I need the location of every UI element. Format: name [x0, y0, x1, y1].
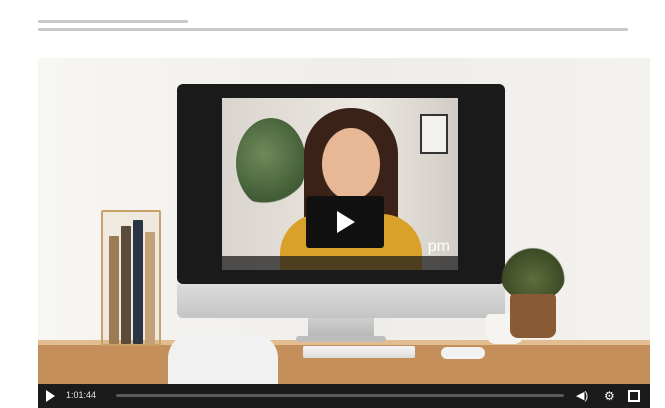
player-control-bar: 1:01:44 ◀) ⚙	[38, 384, 650, 408]
book-organizer	[101, 210, 161, 346]
monitor-stand	[308, 318, 374, 338]
breadcrumb-line-2	[38, 28, 628, 31]
play-icon	[337, 211, 355, 233]
screen-video-controls	[222, 256, 458, 270]
monitor-stand-base	[296, 336, 386, 342]
volume-icon[interactable]: ◀)	[576, 388, 594, 404]
time-display: 1:01:44	[66, 390, 97, 400]
big-play-button[interactable]	[306, 196, 384, 248]
video-player[interactable]: pm	[38, 58, 650, 408]
play-icon[interactable]	[46, 390, 55, 402]
screen-wall-frame	[420, 114, 448, 154]
breadcrumb[interactable]	[38, 14, 628, 42]
plant-pot	[510, 294, 556, 338]
progress-scrubber[interactable]	[116, 394, 564, 397]
breadcrumb-line-1	[38, 20, 188, 23]
screen-plant	[236, 118, 306, 208]
mouse	[441, 347, 485, 359]
gear-icon[interactable]: ⚙	[604, 388, 620, 404]
fullscreen-icon[interactable]	[628, 390, 640, 402]
presenter-face	[322, 128, 380, 200]
monitor-chin	[177, 284, 505, 318]
keyboard	[303, 346, 415, 358]
screen-overlay-text: pm	[427, 238, 450, 255]
